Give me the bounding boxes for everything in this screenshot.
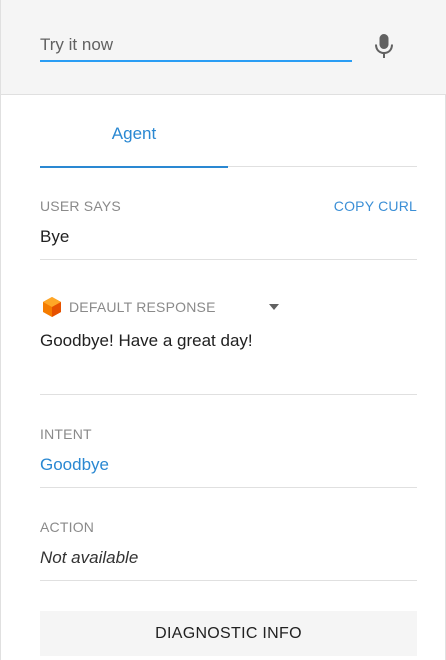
diagnostic-info-button[interactable]: DIAGNOSTIC INFO: [40, 611, 417, 656]
response-cube-icon: [43, 297, 61, 317]
intent-label: INTENT: [40, 426, 92, 442]
intent-section: INTENT Goodbye: [40, 426, 417, 488]
test-console-panel: Agent USER SAYS COPY CURL Bye DEFAULT RE…: [0, 0, 446, 660]
response-header: DEFAULT RESPONSE: [40, 297, 417, 319]
intent-link[interactable]: Goodbye: [40, 455, 417, 475]
try-it-bar: [1, 0, 446, 95]
tab-bar: Agent: [40, 110, 417, 168]
tab-agent[interactable]: Agent: [40, 110, 228, 168]
action-label: ACTION: [40, 519, 95, 535]
action-section: ACTION Not available: [40, 519, 417, 581]
try-it-input[interactable]: [40, 30, 352, 62]
action-value: Not available: [40, 548, 139, 567]
response-label: DEFAULT RESPONSE: [69, 299, 216, 315]
copy-curl-button[interactable]: COPY CURL: [334, 198, 417, 214]
user-says-value: Bye: [40, 227, 70, 246]
response-dropdown-icon[interactable]: [269, 304, 279, 310]
user-says-section: USER SAYS COPY CURL Bye: [40, 198, 417, 260]
tab-active-indicator: [40, 166, 228, 168]
response-value: Goodbye! Have a great day!: [40, 331, 253, 350]
tab-agent-label: Agent: [111, 124, 157, 143]
response-section: DEFAULT RESPONSE Goodbye! Have a great d…: [40, 297, 417, 395]
microphone-icon[interactable]: [372, 32, 396, 60]
